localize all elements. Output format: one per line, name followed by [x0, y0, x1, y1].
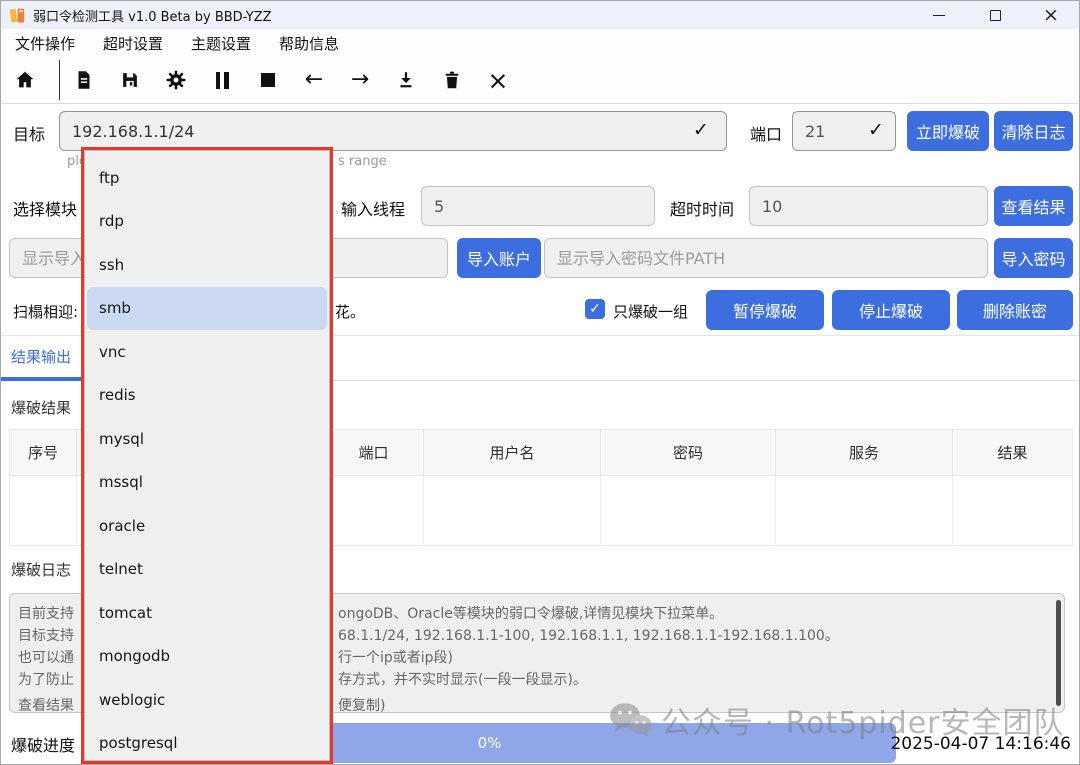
- log-line-2-left: 目标支持: [18, 626, 74, 646]
- back-arrow-icon[interactable]: ←: [302, 68, 326, 92]
- import-account-button[interactable]: 导入账户: [457, 238, 541, 278]
- target-input[interactable]: [59, 111, 727, 151]
- tab-result-output[interactable]: 结果输出: [11, 346, 71, 367]
- dropdown-item-telnet[interactable]: telnet: [85, 548, 329, 592]
- dropdown-item-mongodb[interactable]: mongodb: [85, 635, 329, 679]
- gear-icon[interactable]: [164, 68, 188, 92]
- home-icon[interactable]: [13, 68, 37, 92]
- close-x-icon[interactable]: ×: [486, 68, 510, 92]
- menu-theme-settings[interactable]: 主题设置: [191, 33, 251, 54]
- active-tab-indicator: [1, 377, 91, 381]
- log-line-2-right: 68.1.1/24, 192.168.1.1-100, 192.168.1.1,…: [338, 626, 839, 646]
- pause-brute-button[interactable]: 暂停爆破: [706, 290, 824, 330]
- thread-label: 输入线程: [341, 196, 405, 220]
- port-label: 端口: [750, 121, 782, 145]
- dropdown-item-tomcat[interactable]: tomcat: [85, 591, 329, 635]
- only-one-group-label: 只爆破一组: [613, 301, 688, 322]
- pause-icon[interactable]: [210, 68, 234, 92]
- brute-log-label: 爆破日志: [11, 559, 71, 580]
- target-hint-right: s range: [338, 154, 387, 169]
- menu-file-ops[interactable]: 文件操作: [15, 33, 75, 54]
- log-line-5-right: 便复制): [338, 696, 385, 713]
- progress-label: 爆破进度: [11, 732, 75, 756]
- toolbar: ← → ×: [1, 57, 1079, 104]
- dropdown-item-vnc[interactable]: vnc: [85, 330, 329, 374]
- file-icon[interactable]: [72, 68, 96, 92]
- menu-help-info[interactable]: 帮助信息: [279, 33, 339, 54]
- password-path-input[interactable]: [544, 238, 988, 278]
- target-valid-check-icon: ✓: [693, 119, 709, 141]
- dropdown-item-redis[interactable]: redis: [85, 374, 329, 418]
- timeout-input[interactable]: [749, 186, 988, 226]
- col-index: 序号: [10, 430, 77, 475]
- dropdown-item-oracle[interactable]: oracle: [85, 504, 329, 548]
- col-password: 密码: [601, 430, 776, 475]
- thread-input[interactable]: [421, 186, 655, 226]
- timeout-label: 超时时间: [670, 196, 734, 220]
- marquee-text-left: 扫榻相迎:: [13, 301, 78, 322]
- log-line-4-left: 为了防止: [18, 670, 74, 690]
- clear-log-button[interactable]: 清除日志: [994, 111, 1073, 151]
- start-brute-button[interactable]: 立即爆破: [907, 111, 989, 151]
- col-port: 端口: [324, 430, 424, 475]
- checkbox-check-icon: ✓: [589, 301, 601, 317]
- download-icon[interactable]: [394, 68, 418, 92]
- dropdown-item-mysql[interactable]: mysql: [85, 417, 329, 461]
- col-username: 用户名: [424, 430, 601, 475]
- window-title: 弱口令检测工具 v1.0 Beta by BBD-YZZ: [33, 6, 272, 25]
- log-line-4-right: 存方式，并不实时显示(一段一段显示)。: [338, 670, 587, 690]
- target-label: 目标: [13, 121, 45, 145]
- log-line-5-left: 查看结果: [18, 696, 74, 713]
- dropdown-item-ftp[interactable]: ftp: [85, 156, 329, 200]
- only-one-group-checkbox[interactable]: ✓: [585, 299, 605, 319]
- marquee-text-right: 花。: [335, 301, 365, 322]
- close-icon: ×: [1043, 6, 1059, 25]
- app-icon: [9, 6, 27, 24]
- menu-timeout-settings[interactable]: 超时设置: [103, 33, 163, 54]
- dropdown-item-weblogic[interactable]: weblogic: [85, 678, 329, 722]
- minimize-button[interactable]: [911, 1, 967, 29]
- menu-bar: 文件操作 超时设置 主题设置 帮助信息: [1, 29, 1079, 57]
- dropdown-item-mssql[interactable]: mssql: [85, 461, 329, 505]
- forward-arrow-icon[interactable]: →: [348, 68, 372, 92]
- log-line-1-right: ongoDB、Oracle等模块的弱口令爆破,详情见模块下拉菜单。: [338, 604, 723, 624]
- app-window: 弱口令检测工具 v1.0 Beta by BBD-YZZ × 文件操作 超时设置…: [0, 0, 1080, 765]
- progress-value: 0%: [478, 734, 502, 752]
- port-valid-check-icon: ✓: [868, 119, 884, 141]
- timestamp: 2025-04-07 14:16:46: [890, 734, 1071, 754]
- import-password-button[interactable]: 导入密码: [994, 238, 1073, 278]
- save-icon[interactable]: [118, 68, 142, 92]
- close-button[interactable]: ×: [1023, 1, 1079, 29]
- dropdown-item-smb-selected[interactable]: smb: [87, 287, 327, 331]
- view-results-button[interactable]: 查看结果: [994, 186, 1073, 226]
- log-line-3-left: 也可以通: [18, 648, 74, 668]
- module-dropdown: ftp rdp ssh smb vnc redis mysql mssql or…: [81, 147, 333, 764]
- delete-credentials-button[interactable]: 删除账密: [957, 290, 1073, 330]
- minimize-icon: [933, 15, 945, 16]
- brute-results-label: 爆破结果: [11, 397, 71, 418]
- trash-icon[interactable]: [440, 68, 464, 92]
- stop-icon[interactable]: [256, 68, 280, 92]
- module-select-label: 选择模块: [13, 196, 77, 220]
- col-result: 结果: [953, 430, 1072, 475]
- stop-brute-button[interactable]: 停止爆破: [832, 290, 950, 330]
- dropdown-item-postgresql[interactable]: postgresql: [85, 722, 329, 762]
- module-dropdown-list: ftp rdp ssh smb vnc redis mysql mssql or…: [84, 150, 330, 761]
- log-line-3-right: 行一个ip或者ip段): [338, 648, 453, 668]
- maximize-button[interactable]: [967, 1, 1023, 29]
- title-bar: 弱口令检测工具 v1.0 Beta by BBD-YZZ ×: [1, 1, 1079, 29]
- log-line-1-left: 目前支持: [18, 604, 74, 624]
- log-scrollbar-thumb[interactable]: [1056, 600, 1061, 706]
- dropdown-item-ssh[interactable]: ssh: [85, 243, 329, 287]
- maximize-icon: [990, 10, 1001, 21]
- col-service: 服务: [776, 430, 953, 475]
- dropdown-item-rdp[interactable]: rdp: [85, 200, 329, 244]
- toolbar-divider: [59, 60, 60, 100]
